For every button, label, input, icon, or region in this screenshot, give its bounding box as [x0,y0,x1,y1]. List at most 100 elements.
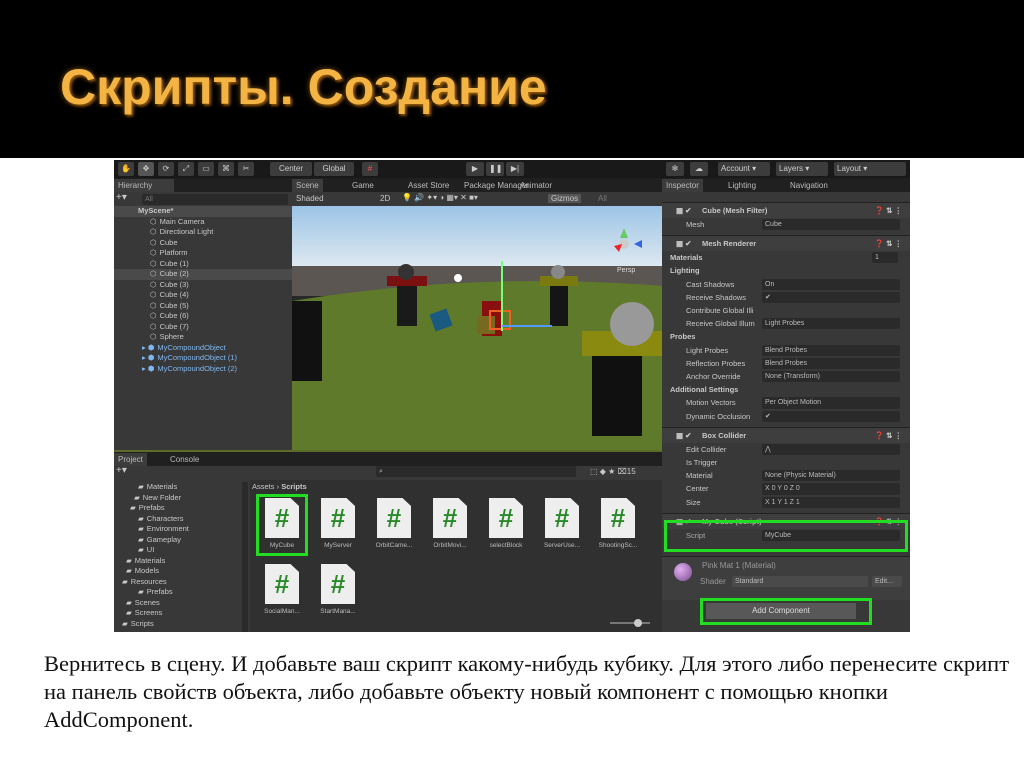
edit-shader-button[interactable]: Edit... [872,576,902,587]
project-filter-icons[interactable]: ⬚ ◆ ★ ⌧15 [590,467,636,476]
tab-game[interactable]: Game [348,179,378,192]
script-name[interactable]: ServerUse... [534,542,590,549]
hierarchy-item[interactable]: ⬡ Cube (7) [114,322,292,333]
property-value[interactable]: Blend Probes [762,357,900,369]
hierarchy-item[interactable]: ⬡ Cube (6) [114,311,292,322]
pivot-center-button[interactable]: Center [270,162,312,176]
folder-item[interactable]: ▰ Materials [114,556,242,567]
icon-size-slider[interactable] [610,619,650,627]
script-name[interactable]: ShootingSc... [590,542,646,549]
pivot-global-button[interactable]: Global [314,162,354,176]
folder-item[interactable]: ▰ Models [114,566,242,577]
component-menu-icon[interactable]: ❓ ⇅ ⋮ [875,203,902,219]
hierarchy-item[interactable]: ⬡ Sphere [114,332,292,343]
step-icon[interactable]: ▶| [506,162,524,176]
property-value[interactable]: X 1 Y 1 Z 1 [762,496,900,508]
script-name[interactable]: selectBlock [478,542,534,549]
component-menu-icon[interactable]: ❓ ⇅ ⋮ [875,236,902,252]
property-value[interactable]: Blend Probes [762,344,900,356]
custom-tool-icon[interactable]: ✂ [238,162,254,176]
cloud-icon[interactable]: ☁ [690,162,708,176]
2d-toggle[interactable]: 2D [380,194,390,203]
csharp-script-icon[interactable]: # [433,498,467,538]
folder-item[interactable]: ▰ Screens [114,608,242,619]
folder-item[interactable]: ▰ Prefabs [114,503,242,514]
property-value[interactable]: ✔ [762,291,900,303]
property-value[interactable]: None (Transform) [762,371,900,383]
layout-dropdown[interactable]: Layout ▾ [834,162,906,176]
folder-item[interactable]: ▰ Environment [114,524,242,535]
tree-scrollbar[interactable] [242,482,248,632]
tab-animator[interactable]: Animator [516,179,556,192]
scene-root[interactable]: MyScene* [114,206,292,217]
script-name[interactable]: OrbitCame... [366,542,422,549]
tab-console[interactable]: Console [166,453,203,466]
hierarchy-item[interactable]: ▸ ⬢ MyCompoundObject (2) [114,364,292,375]
breadcrumb-assets[interactable]: Assets [252,482,275,491]
tab-asset-store[interactable]: Asset Store [404,179,453,192]
gizmos-dropdown[interactable]: Gizmos [548,194,582,203]
folder-item[interactable]: ▰ Materials [114,482,242,493]
hierarchy-item[interactable]: ⬡ Cube (4) [114,290,292,301]
script-name[interactable]: StartMana... [310,608,366,615]
scale-tool-icon[interactable]: ⤢ [178,162,194,176]
script-name[interactable]: MyServer [310,542,366,549]
csharp-script-icon[interactable]: # [601,498,635,538]
create-icon[interactable]: +▾ [116,465,127,476]
csharp-script-icon[interactable]: # [377,498,411,538]
collab-icon[interactable]: ✻ [666,162,684,176]
property-value[interactable]: On [762,278,900,290]
hand-tool-icon[interactable]: ✋ [118,162,134,176]
hierarchy-item[interactable]: ⬡ Platform [114,248,292,259]
component-header[interactable]: ▦ ✔ ❓ ⇅ ⋮ Mesh Renderer [662,235,910,252]
folder-item[interactable]: ▰ UI [114,545,242,556]
tab-hierarchy[interactable]: Hierarchy [114,179,174,192]
rect-tool-icon[interactable]: ▭ [198,162,214,176]
folder-item[interactable]: ▰ Resources [114,577,242,588]
script-name[interactable]: OrbitMovi... [422,542,478,549]
component-header[interactable]: ▦ ✔ ❓ ⇅ ⋮ Box Collider [662,426,910,444]
hierarchy-item[interactable]: ▸ ⬢ MyCompoundObject (1) [114,353,292,364]
tab-scene[interactable]: Scene [292,179,323,192]
hierarchy-item[interactable]: ⬡ Cube (3) [114,280,292,291]
property-value[interactable]: X 0 Y 0 Z 0 [762,483,900,495]
property-value[interactable]: Light Probes [762,318,900,330]
component-header[interactable]: ▦ ✔ ❓ ⇅ ⋮ Cube (Mesh Filter) [662,202,910,218]
hierarchy-search[interactable]: All [142,194,288,205]
component-menu-icon[interactable]: ❓ ⇅ ⋮ [875,428,902,444]
tab-lighting[interactable]: Lighting [724,179,760,192]
property-row[interactable]: Is Trigger [662,456,910,469]
folder-item[interactable]: ▰ New Folder [114,493,242,504]
folder-item[interactable]: ▰ Gameplay [114,535,242,546]
play-icon[interactable]: ▶ [466,162,484,176]
csharp-script-icon[interactable]: # [321,498,355,538]
scene-viewport[interactable]: Persp [292,206,662,450]
project-search[interactable]: ⌕ [376,466,576,477]
script-name[interactable]: SocialMan... [254,608,310,615]
folder-item[interactable]: ▰ Prefabs [114,587,242,598]
add-icon[interactable]: +▾ [116,192,127,203]
hierarchy-item[interactable]: ⬡ Cube [114,238,292,249]
property-value[interactable]: None (Physic Material) [762,470,900,482]
folder-item[interactable]: ▰ Scripts [114,619,242,630]
property-row[interactable]: Contribute Global Illi [662,304,910,317]
property-value[interactable]: 1 [872,252,898,264]
tab-inspector[interactable]: Inspector [662,179,703,192]
account-dropdown[interactable]: Account ▾ [718,162,770,176]
hierarchy-item[interactable]: ⬡ Cube (2) [114,269,292,280]
snap-icon[interactable]: # [362,162,378,176]
property-value[interactable]: Per Object Motion [762,397,900,409]
hierarchy-item[interactable]: ⬡ Directional Light [114,227,292,238]
property-value[interactable]: Cube [762,219,900,231]
folder-item[interactable]: ▰ Characters [114,514,242,525]
tab-navigation[interactable]: Navigation [786,179,832,192]
breadcrumb-scripts[interactable]: Scripts [281,482,306,491]
csharp-script-icon[interactable]: # [489,498,523,538]
property-value[interactable]: ✔ [762,410,900,422]
hierarchy-item[interactable]: ⬡ Cube (5) [114,301,292,312]
folder-item[interactable]: ▰ Scenes [114,598,242,609]
hierarchy-item[interactable]: ▸ ⬢ MyCompoundObject [114,343,292,354]
hierarchy-item[interactable]: ⬡ Cube (1) [114,259,292,270]
shader-dropdown[interactable]: Standard [732,576,868,587]
csharp-script-icon[interactable]: # [545,498,579,538]
